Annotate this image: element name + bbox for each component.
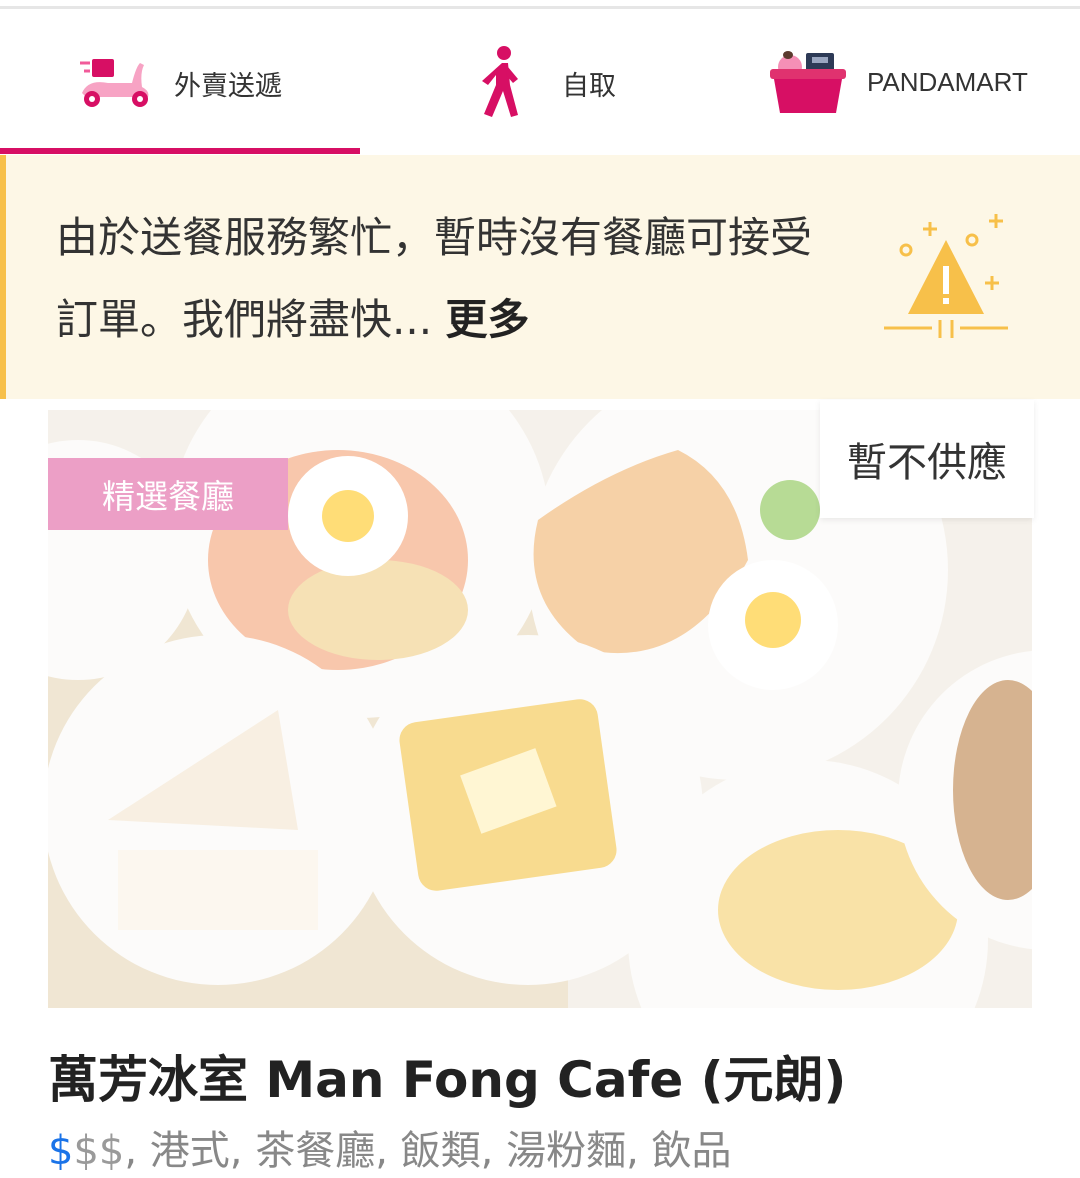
walking-person-icon [478, 45, 524, 123]
cuisine-tags: , 港式, 茶餐廳, 飯類, 湯粉麵, 飲品 [124, 1128, 732, 1174]
tab-pickup-label: 自取 [562, 71, 616, 102]
tab-delivery[interactable]: 外賣送遞 [0, 9, 360, 155]
tab-pickup[interactable]: 自取 [360, 9, 720, 155]
banner-accent-bar [0, 155, 6, 399]
active-tab-indicator [0, 148, 360, 154]
tab-pandamart[interactable]: PANDAMART [720, 9, 1080, 155]
restaurant-meta: $$$, 港式, 茶餐廳, 飯類, 湯粉麵, 飲品 [48, 1118, 1048, 1176]
restaurant-name[interactable]: 萬芳冰室 Man Fong Cafe (元朗) [48, 1040, 1048, 1112]
tab-delivery-label: 外賣送遞 [174, 71, 282, 102]
scooter-icon [78, 53, 154, 113]
delivery-mode-tabs: 外賣送遞 自取 PANDAMART [0, 9, 1080, 155]
busy-notice-banner: 由於送餐服務繁忙，暫時沒有餐廳可接受訂單。我們將盡快... 更多 [0, 155, 1080, 399]
banner-message-text: 由於送餐服務繁忙，暫時沒有餐廳可接受訂單。我們將盡快... [56, 213, 813, 344]
basket-icon [770, 49, 846, 119]
price-level-inactive: $$ [73, 1128, 125, 1174]
banner-message: 由於送餐服務繁忙，暫時沒有餐廳可接受訂單。我們將盡快... 更多 [56, 197, 816, 361]
tab-pandamart-label: PANDAMART [867, 67, 1028, 97]
warning-icon [880, 210, 1012, 344]
unavailable-badge: 暫不供應 [820, 400, 1034, 518]
banner-more-link[interactable]: 更多 [445, 295, 529, 344]
price-level-active: $ [48, 1128, 74, 1174]
featured-restaurant-badge: 精選餐廳 [48, 458, 288, 530]
